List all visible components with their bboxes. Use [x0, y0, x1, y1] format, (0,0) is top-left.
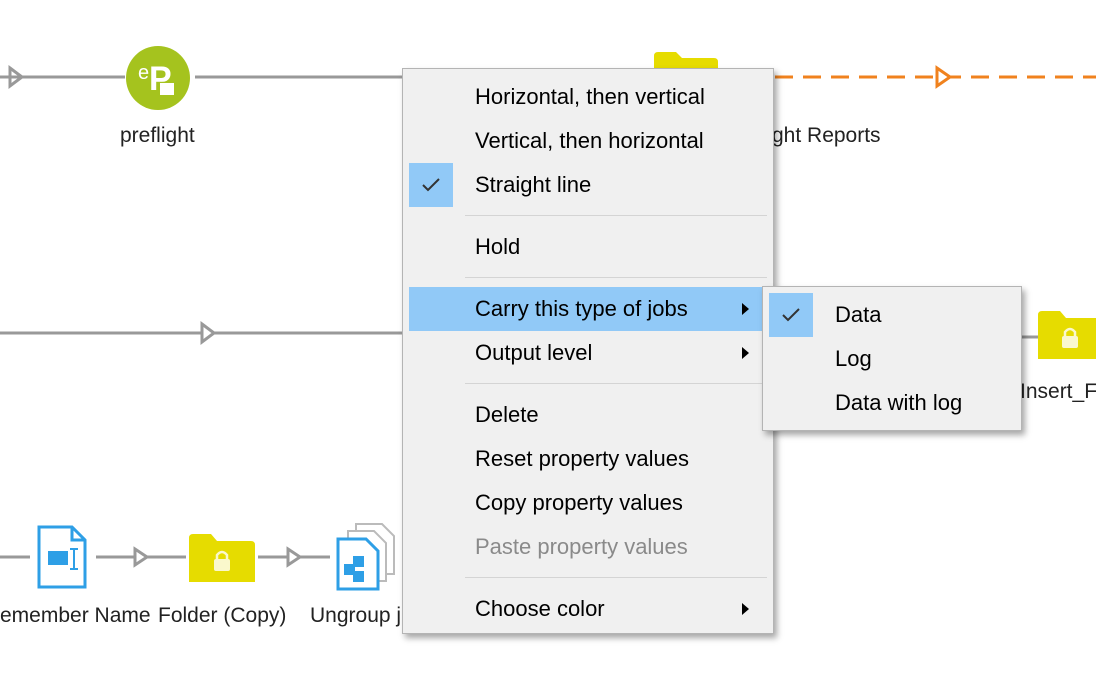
menu-item-label: Copy property values — [475, 490, 683, 515]
connection-arrow-icon — [133, 546, 150, 568]
connection-arrow-icon — [286, 546, 303, 568]
menu-item-label: Horizontal, then vertical — [475, 84, 705, 109]
menu-item-horizontal-then-vertical[interactable]: Horizontal, then vertical — [409, 75, 767, 119]
menu-item-straight-line[interactable]: Straight line — [409, 163, 767, 207]
submenu-arrow-icon — [742, 603, 749, 615]
menu-item-label: Vertical, then horizontal — [475, 128, 704, 153]
selected-connection-arrow-icon — [935, 65, 953, 89]
connection-context-menu: Horizontal, then vertical Vertical, then… — [402, 68, 774, 634]
remember-name-label: emember Name — [0, 604, 151, 627]
menu-item-output-level[interactable]: Output level — [409, 331, 767, 375]
menu-item-label: Hold — [475, 234, 521, 259]
insert-folder-label: Insert_F — [1020, 380, 1096, 403]
submenu-item-data-with-log[interactable]: Data with log — [769, 381, 1015, 425]
menu-separator — [465, 383, 767, 384]
submenu-item-data[interactable]: Data — [769, 293, 1015, 337]
ungroup-node[interactable] — [334, 522, 398, 592]
checkmark-icon — [409, 163, 453, 207]
menu-separator — [465, 277, 767, 278]
document-script-icon — [37, 525, 87, 589]
locked-folder-icon — [1038, 311, 1096, 359]
ungroup-documents-icon — [336, 523, 395, 591]
checkmark-icon — [769, 293, 813, 337]
locked-folder-icon — [189, 534, 255, 582]
menu-item-paste-property-values: Paste property values — [409, 525, 767, 569]
folder-copy-node[interactable] — [189, 532, 255, 582]
menu-separator — [465, 215, 767, 216]
svg-text:e: e — [138, 62, 149, 84]
menu-item-label: Straight line — [475, 172, 592, 197]
menu-item-label: Carry this type of jobs — [475, 296, 688, 321]
preflight-node-label: preflight — [120, 124, 195, 147]
preflight-reports-label: ght Reports — [772, 124, 881, 147]
menu-item-delete[interactable]: Delete — [409, 393, 767, 437]
menu-item-vertical-then-horizontal[interactable]: Vertical, then horizontal — [409, 119, 767, 163]
menu-item-choose-color[interactable]: Choose color — [409, 587, 767, 631]
submenu-item-label: Data — [835, 302, 882, 327]
submenu-item-label: Log — [835, 346, 872, 371]
carry-job-type-submenu: Data Log Data with log — [762, 286, 1022, 431]
menu-item-label: Output level — [475, 340, 593, 365]
menu-item-label: Choose color — [475, 596, 605, 621]
preflight-node[interactable]: e P — [125, 45, 191, 111]
menu-item-hold[interactable]: Hold — [409, 225, 767, 269]
folder-copy-label: Folder (Copy) — [158, 604, 287, 627]
insert-folder-node[interactable] — [1038, 309, 1096, 359]
submenu-item-log[interactable]: Log — [769, 337, 1015, 381]
menu-separator — [465, 577, 767, 578]
submenu-item-label: Data with log — [835, 390, 963, 415]
menu-item-label: Paste property values — [475, 534, 688, 559]
remember-name-node[interactable] — [36, 525, 88, 589]
menu-item-reset-property-values[interactable]: Reset property values — [409, 437, 767, 481]
flow-canvas[interactable]: e P preflight ght Reports Insert_F ememb… — [0, 0, 1096, 690]
submenu-arrow-icon — [742, 347, 749, 359]
menu-item-copy-property-values[interactable]: Copy property values — [409, 481, 767, 525]
menu-item-label: Reset property values — [475, 446, 689, 471]
preflight-icon: e P — [126, 46, 190, 110]
menu-item-carry-job-type[interactable]: Carry this type of jobs — [409, 287, 767, 331]
submenu-arrow-icon — [742, 303, 749, 315]
menu-item-label: Delete — [475, 402, 539, 427]
ungroup-label: Ungroup j — [310, 604, 402, 627]
connection-arrow-icon — [200, 321, 217, 345]
